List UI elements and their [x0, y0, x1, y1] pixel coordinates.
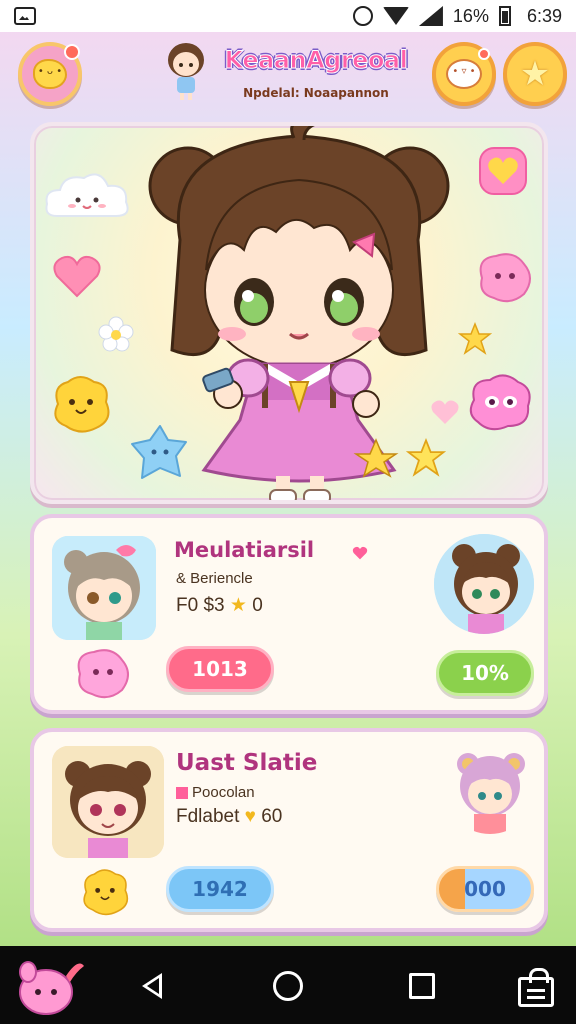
- stats-text: F0 $3: [176, 595, 225, 616]
- yellow-blob-icon: [33, 59, 67, 89]
- character-avatar[interactable]: [52, 536, 156, 640]
- app-title: KeaanAgreoal: [224, 46, 408, 75]
- heart-icon: ♥: [244, 806, 256, 827]
- cloud-face-icon: [45, 173, 129, 217]
- character-card-2[interactable]: Uast Slatie Poocolan Fdlabet ♥ 60 1942 0…: [30, 728, 548, 932]
- subtitle-text: Poocolan: [192, 784, 255, 801]
- progress-button[interactable]: 10%: [436, 650, 534, 696]
- character-name: Uast Slatie: [176, 750, 318, 776]
- character-avatar[interactable]: [52, 746, 164, 858]
- notification-dot: [64, 44, 80, 60]
- home-icon: [273, 971, 303, 1001]
- stats-suffix: 0: [252, 595, 263, 616]
- recent-apps-icon: [409, 973, 435, 999]
- notification-dot: [478, 48, 490, 60]
- home-button[interactable]: [266, 964, 310, 1008]
- back-button[interactable]: [130, 964, 174, 1008]
- star-icon: ★: [519, 54, 551, 94]
- signal-icon: [418, 6, 443, 26]
- yellow-blob-icon: [54, 376, 110, 433]
- status-bar: 16% 6:39: [0, 0, 576, 32]
- mascot-menu-button[interactable]: [18, 42, 82, 106]
- status-right: 16% 6:39: [352, 5, 562, 27]
- character-subtitle: & Beriencle: [176, 570, 253, 587]
- heart-icon: [479, 147, 527, 195]
- pink-blob-icon: [479, 253, 531, 303]
- character-name: Meulatiarsil: [174, 538, 315, 562]
- heart-icon: [53, 255, 101, 298]
- character-card-1[interactable]: Meulatiarsil & Beriencle F0 $3 ★ 0 1013 …: [30, 514, 548, 714]
- character-stats: F0 $3 ★ 0: [176, 594, 263, 617]
- primary-action-button[interactable]: 1942: [166, 866, 274, 912]
- character-stats: Fdlabet ♥ 60: [176, 806, 282, 828]
- tag-icon: [176, 787, 188, 800]
- purple-blob-icon: [469, 374, 531, 431]
- stats-suffix: 60: [261, 806, 283, 827]
- battery-percent: 16%: [452, 5, 489, 26]
- recent-apps-button[interactable]: [400, 964, 444, 1008]
- character-subtitle: Poocolan: [176, 784, 255, 801]
- chibi-character-illustration: [148, 126, 450, 500]
- pink-blob-icon: [77, 649, 129, 699]
- system-navigation-bar: [0, 946, 576, 1024]
- partner-avatar[interactable]: [434, 534, 534, 634]
- shop-icon: [518, 968, 554, 1007]
- battery-icon: [498, 6, 511, 26]
- app-header: KeaanAgreoal Npdelal: Noaapannon ★: [0, 32, 576, 118]
- favorites-button[interactable]: ★: [503, 42, 567, 106]
- app-subtitle: Npdelal: Noaapannon: [243, 86, 389, 100]
- back-icon: [142, 973, 162, 999]
- star-icon: [458, 322, 492, 355]
- heart-icon: [352, 546, 368, 560]
- stats-text: Fdlabet: [176, 806, 240, 827]
- pink-mascot-icon[interactable]: [12, 952, 84, 1018]
- wifi-icon: [382, 7, 409, 25]
- header-chibi-avatar: [168, 43, 204, 100]
- alarm-icon: [352, 6, 373, 26]
- flower-icon: [98, 316, 134, 352]
- chat-button[interactable]: [432, 42, 496, 106]
- image-icon: [14, 7, 36, 25]
- shop-button[interactable]: [514, 968, 558, 1014]
- character-showcase-card[interactable]: [30, 122, 548, 504]
- primary-action-button[interactable]: 1013: [166, 646, 274, 692]
- secondary-action-button[interactable]: 000: [436, 866, 534, 912]
- partner-avatar[interactable]: [444, 742, 536, 834]
- star-icon: ★: [229, 595, 247, 616]
- yellow-blob-icon: [83, 869, 129, 916]
- clock: 6:39: [526, 5, 562, 26]
- chat-icon: [446, 59, 482, 89]
